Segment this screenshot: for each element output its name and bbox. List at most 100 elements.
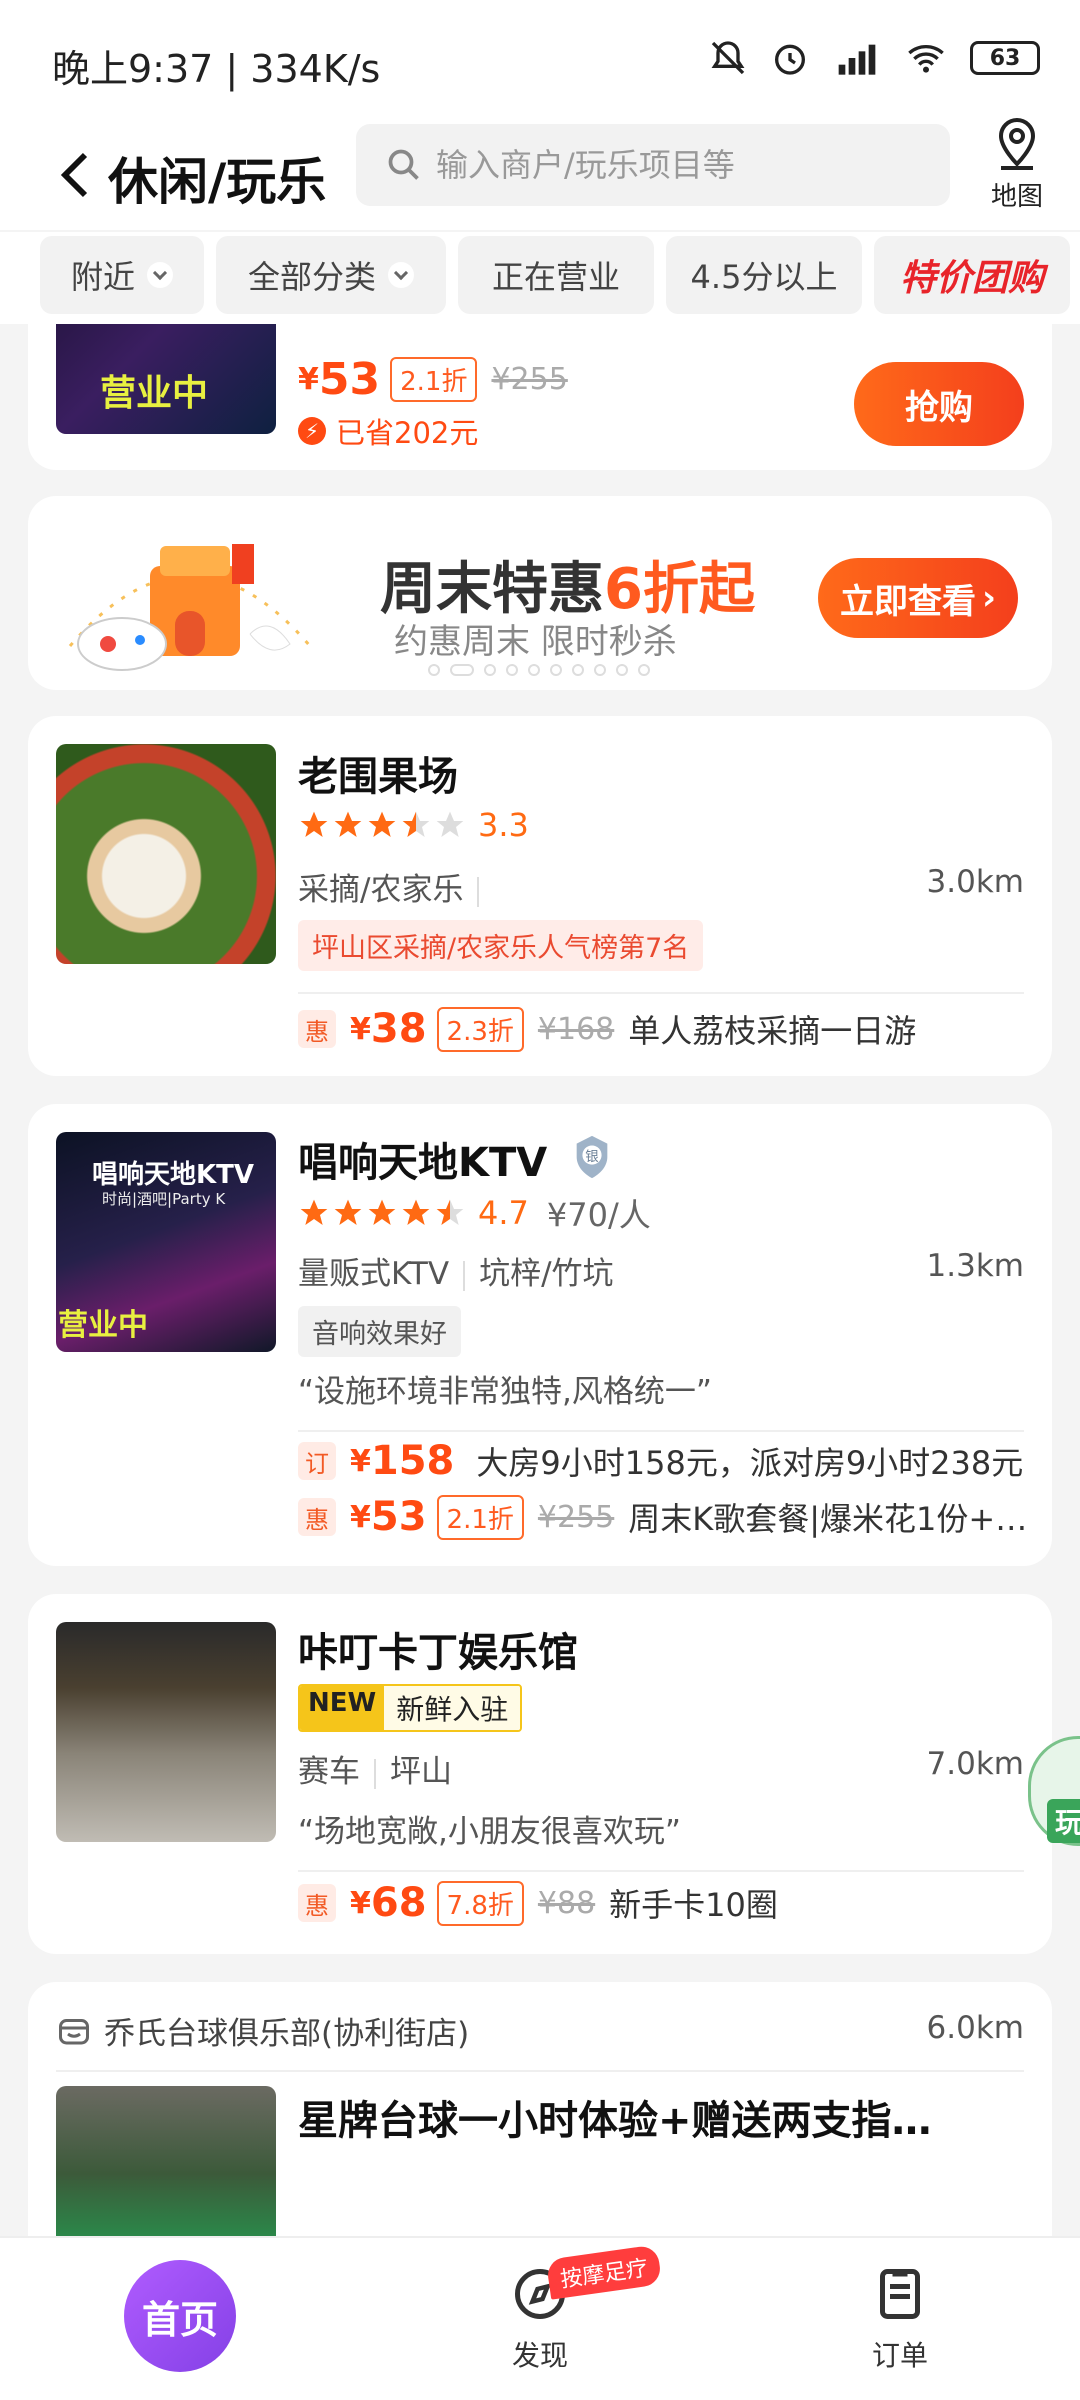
gift-castle-illustration xyxy=(68,544,312,671)
shop-line-name: 乔氏台球俱乐部(协利街店) xyxy=(104,2016,470,2052)
discount-badge: 7.8折 xyxy=(436,1880,524,1926)
shop-card[interactable]: 咔叮卡丁娱乐馆 NEW 新鲜入驻 赛车 坪山 7.0km “场地宽敞,小朋友很喜欢… xyxy=(28,1594,1052,1954)
deal-price-row: ¥ 53 2.1折 ¥255 xyxy=(298,354,582,405)
deal-row[interactable]: 惠 ¥ 53 2.1折 ¥255 周末K歌套餐|爆米花1份+… xyxy=(298,1494,1028,1540)
deal-description: 新手卡10圈 xyxy=(609,1886,778,1924)
back-arrow-icon xyxy=(60,152,88,198)
deal-price: 53 xyxy=(370,1494,427,1540)
original-price: ¥88 xyxy=(537,1885,596,1921)
store-icon xyxy=(59,2018,89,2044)
shop-thumbnail: 营业中 xyxy=(56,324,276,434)
shop-thumbnail xyxy=(56,1622,276,1842)
filter-special-deals[interactable]: 特价团购 xyxy=(874,236,1070,314)
alarm-icon xyxy=(775,44,805,75)
category-label: 量贩式KTV xyxy=(298,1256,450,1292)
deal-type-badge: 惠 xyxy=(298,1498,336,1536)
discount-badge: 2.1折 xyxy=(436,1494,524,1540)
open-label: 营业中 xyxy=(58,1308,148,1343)
new-arrival-badge: NEW 新鲜入驻 xyxy=(298,1684,523,1732)
deal-price: 38 xyxy=(370,1006,427,1052)
nav-home[interactable]: 首页 xyxy=(124,2260,236,2372)
divider xyxy=(298,1870,1024,1872)
filter-nearby[interactable]: 附近 xyxy=(40,236,204,314)
back-button[interactable] xyxy=(40,140,110,210)
open-label: 营业中 xyxy=(100,373,209,414)
carousel-dots xyxy=(428,664,650,676)
status-bar: 晚上9:37 | 334K/s 63 xyxy=(0,0,1080,120)
discount-badge: 2.1折 xyxy=(390,357,478,402)
chevron-right-icon: › xyxy=(981,578,996,618)
map-pin-icon xyxy=(998,117,1036,170)
divider xyxy=(298,992,1024,994)
area-label: 坪山 xyxy=(390,1754,452,1790)
search-bar[interactable] xyxy=(356,124,950,206)
star-icon xyxy=(334,1199,362,1225)
divider xyxy=(477,876,480,907)
filter-open-label: 正在营业 xyxy=(491,258,620,296)
map-label: 地图 xyxy=(990,182,1043,212)
shop-distance: 3.0km xyxy=(926,864,1024,900)
header: 休闲/玩乐 地图 xyxy=(0,117,1080,230)
deal-description: 大房9小时158元，派对房9小时238元 xyxy=(476,1444,1024,1482)
thumb-subtitle: 时尚|酒吧|Party K xyxy=(102,1190,226,1208)
wifi-icon xyxy=(908,45,944,73)
category-label: 采摘/农家乐 xyxy=(298,872,464,908)
grab-deal-button[interactable]: 抢购 xyxy=(854,362,1024,446)
shop-line[interactable]: 乔氏台球俱乐部(协利街店) xyxy=(56,2008,469,2053)
review-quote: “设施环境非常独特,风格统一” xyxy=(298,1374,712,1410)
original-price: ¥255 xyxy=(491,362,568,397)
search-icon xyxy=(388,149,419,180)
saved-text: 已省202元 xyxy=(336,416,479,450)
divider xyxy=(298,1430,1024,1432)
deal-title: 星牌台球一小时体验+赠送两支指… xyxy=(298,2098,932,2144)
category-label: 赛车 xyxy=(298,1754,360,1790)
svg-text:银: 银 xyxy=(585,1149,598,1165)
filter-rating[interactable]: 4.5分以上 xyxy=(666,236,862,314)
deal-row[interactable]: 惠 ¥ 68 7.8折 ¥88 新手卡10圈 xyxy=(298,1880,778,1926)
rating-stars: 3.3 xyxy=(298,806,529,844)
currency-symbol: ¥ xyxy=(350,1443,371,1479)
deal-type-badge: 订 xyxy=(298,1442,336,1480)
filter-all-categories[interactable]: 全部分类 xyxy=(216,236,446,314)
silver-badge-icon: 银 xyxy=(576,1135,608,1179)
divider xyxy=(56,2070,1024,2072)
divider xyxy=(463,1260,466,1291)
carousel-dot xyxy=(506,664,518,676)
star-icon xyxy=(402,1199,430,1225)
carousel-dot xyxy=(528,664,540,676)
shop-name: 唱响天地KTV xyxy=(298,1140,548,1186)
banner-subtitle: 约惠周末 限时秒杀 xyxy=(394,622,677,662)
half-star-icon xyxy=(402,811,430,837)
map-button[interactable]: 地图 xyxy=(980,116,1054,213)
shop-card[interactable]: 老围果场 3.3 采摘/农家乐 3.0km 坪山区采摘/农家乐人气榜第7名 惠 … xyxy=(28,716,1052,1076)
shop-category: 赛车 坪山 xyxy=(298,1746,452,1791)
carousel-dot xyxy=(594,664,606,676)
view-now-button[interactable]: 立即查看 › xyxy=(818,558,1018,638)
nav-orders[interactable]: 订单 xyxy=(830,2264,970,2374)
nav-discover-label: 发现 xyxy=(511,2339,568,2372)
banner-title-highlight: 6折起 xyxy=(604,557,755,622)
promo-banner[interactable]: 周末特惠6折起 约惠周末 限时秒杀 立即查看 › xyxy=(28,496,1052,690)
status-icons: 63 xyxy=(708,38,1040,78)
search-input[interactable] xyxy=(436,146,916,184)
currency-symbol: ¥ xyxy=(350,1499,371,1535)
order-list-icon xyxy=(880,2269,920,2319)
feature-tag: 音响效果好 xyxy=(298,1306,461,1357)
thumb-title: 唱响天地KTV xyxy=(92,1160,255,1190)
filter-nearby-label: 附近 xyxy=(70,258,135,296)
deal-row[interactable]: 订 ¥ 158 大房9小时158元，派对房9小时238元 xyxy=(298,1438,1023,1484)
banner-title: 周末特惠6折起 xyxy=(380,544,755,625)
shop-card[interactable]: 唱响天地KTV 时尚|酒吧|Party K 营业中 唱响天地KTV 银 4.7 … xyxy=(28,1104,1052,1566)
filter-open-now[interactable]: 正在营业 xyxy=(458,236,654,314)
half-star-icon xyxy=(436,1199,464,1225)
price-per-person: ¥70/人 xyxy=(546,1196,651,1234)
deal-card-partial[interactable]: 营业中 ¥ 53 2.1折 ¥255 ⚡ 已省202元 抢购 xyxy=(28,324,1052,470)
filter-bar: 附近 全部分类 正在营业 4.5分以上 特价团购 xyxy=(0,232,1080,324)
view-now-label: 立即查看 xyxy=(839,581,976,622)
review-quote: “场地宽敞,小朋友很喜欢玩” xyxy=(298,1814,681,1850)
banner-title-prefix: 周末特惠 xyxy=(380,557,604,622)
status-time: 晚上9:37 | 334K/s xyxy=(52,47,381,91)
carousel-dot xyxy=(616,664,628,676)
signal-icon xyxy=(838,44,876,75)
deal-row[interactable]: 惠 ¥ 38 2.3折 ¥168 单人荔枝采摘一日游 xyxy=(298,1006,916,1052)
